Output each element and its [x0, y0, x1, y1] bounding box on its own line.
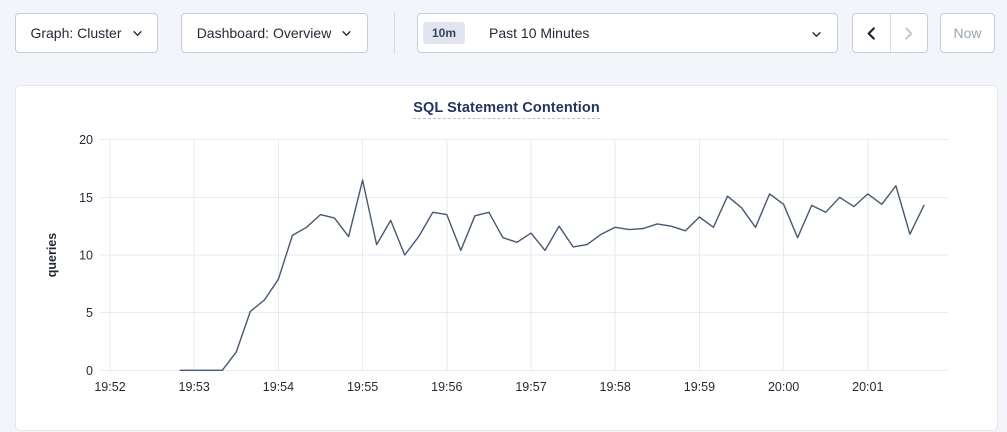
- svg-text:19:57: 19:57: [515, 380, 546, 394]
- svg-text:10: 10: [79, 249, 93, 263]
- time-range-selector[interactable]: 10m Past 10 Minutes: [417, 13, 838, 53]
- svg-text:queries: queries: [45, 233, 59, 278]
- now-button[interactable]: Now: [940, 13, 995, 53]
- svg-text:19:59: 19:59: [684, 380, 715, 394]
- now-button-label: Now: [953, 25, 981, 41]
- svg-text:20: 20: [79, 133, 93, 147]
- chart-title-row: SQL Statement Contention: [16, 99, 997, 117]
- chevron-down-icon: [132, 28, 143, 39]
- svg-text:19:55: 19:55: [347, 380, 378, 394]
- svg-text:19:52: 19:52: [94, 380, 125, 394]
- time-range-badge: 10m: [423, 22, 465, 44]
- sql-contention-chart[interactable]: 19:52 19:53 19:54 19:55 19:56 19:57 19:58 19:59…: [16, 124, 999, 424]
- toolbar-divider: [394, 12, 395, 54]
- time-range-label: Past 10 Minutes: [489, 25, 589, 41]
- chart-title[interactable]: SQL Statement Contention: [413, 100, 600, 119]
- svg-text:20:00: 20:00: [768, 380, 799, 394]
- svg-text:15: 15: [79, 191, 93, 205]
- svg-text:5: 5: [86, 306, 93, 320]
- chevron-left-icon: [864, 26, 879, 41]
- dashboard-dropdown-label: Dashboard: Overview: [197, 25, 332, 41]
- svg-text:0: 0: [86, 364, 93, 378]
- time-forward-button[interactable]: [891, 14, 928, 52]
- svg-text:19:53: 19:53: [179, 380, 210, 394]
- svg-text:19:58: 19:58: [600, 380, 631, 394]
- chart-panel: SQL Statement Contention 19:52 19:53 19:54…: [15, 85, 998, 431]
- time-back-button[interactable]: [853, 14, 891, 52]
- svg-text:19:54: 19:54: [263, 380, 294, 394]
- chevron-right-icon: [901, 26, 916, 41]
- svg-text:20:01: 20:01: [852, 380, 883, 394]
- time-nav-group: [852, 13, 928, 53]
- graph-dropdown[interactable]: Graph: Cluster: [15, 13, 158, 53]
- dashboard-dropdown[interactable]: Dashboard: Overview: [181, 13, 368, 53]
- graph-dropdown-label: Graph: Cluster: [30, 25, 121, 41]
- svg-text:19:56: 19:56: [431, 380, 462, 394]
- chevron-down-icon: [341, 28, 352, 39]
- chevron-down-icon: [811, 29, 822, 40]
